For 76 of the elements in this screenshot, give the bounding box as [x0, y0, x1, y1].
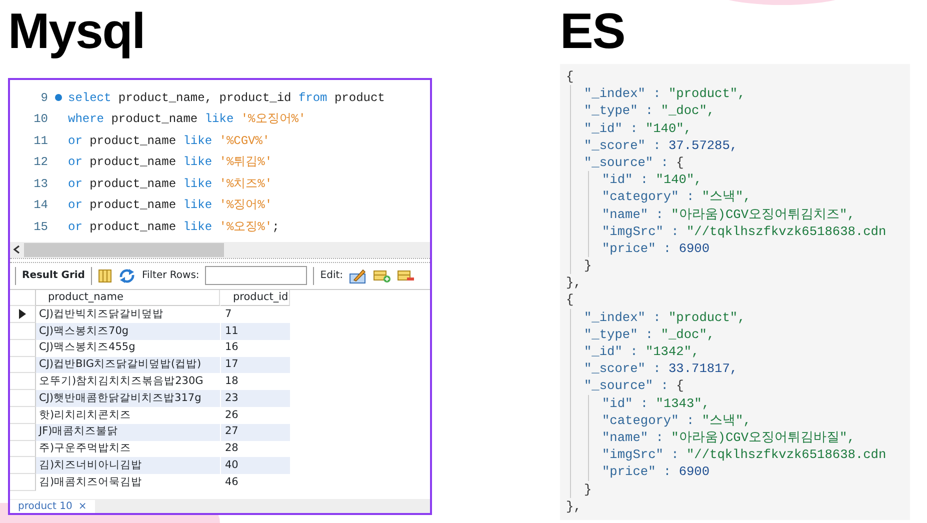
row-header[interactable] — [10, 306, 36, 324]
json-line: "id" : "140", — [602, 171, 703, 188]
section-title: Mysql — [8, 2, 146, 60]
line-number: 9 — [40, 90, 48, 107]
table-cell-text: CJ)컵반빅치즈닭갈비덮밥 — [38, 306, 165, 322]
json-line: "_source" : { — [584, 377, 685, 395]
column-header[interactable]: product_id — [220, 290, 290, 306]
edit-label: Edit: — [320, 269, 344, 283]
edit-pencil-icon[interactable] — [349, 268, 368, 284]
scroll-left-icon[interactable] — [13, 245, 20, 254]
code-line: where product_name like '%오징어%' — [68, 111, 306, 128]
filter-field[interactable] — [205, 266, 308, 285]
json-line: "_score" : 37.57285, — [584, 136, 739, 154]
json-line: "_id" : "140", — [584, 120, 693, 137]
line-number: 13 — [32, 176, 48, 193]
json-line: "price" : 6900 — [602, 240, 711, 258]
json-line: "_score" : 33.71817, — [584, 360, 739, 378]
code-line: or product_name like '%치즈%' — [68, 176, 272, 193]
column-header[interactable]: product_name — [36, 290, 220, 306]
table-cell-text: 오뚜기)참치김치치즈볶음밥230G — [38, 374, 204, 389]
table-cell: 17 — [220, 356, 290, 374]
table-cell-text: 김)매콤치즈어묵김밥 — [38, 474, 144, 490]
json-line: "name" : "아라움)CGV오징어튀김치즈", — [602, 206, 856, 223]
json-line: }, — [566, 274, 582, 292]
json-line: "_id" : "1342", — [584, 343, 700, 360]
json-line: "_type" : "_doc", — [584, 102, 716, 120]
grid-icon[interactable] — [98, 268, 112, 282]
table-cell-text: CJ)맥스봉치즈455g — [38, 340, 136, 356]
table-cell: 23 — [220, 390, 290, 408]
code-line: or product_name like '%징어%' — [68, 197, 272, 214]
code-line: or product_name like '%튀김%' — [68, 154, 272, 172]
section-title: ES — [560, 2, 626, 60]
table-cell: JF)매콤치즈불닭 — [36, 424, 220, 441]
line-number: 14 — [32, 197, 48, 214]
json-line: "category" : "스낵", — [602, 412, 752, 429]
line-number: 12 — [32, 154, 48, 172]
table-cell-text: 주)구운주먹밥치즈 — [38, 441, 132, 456]
json-line: "price" : 6900 — [602, 463, 711, 480]
table-cell: 11 — [220, 323, 290, 340]
horizontal-scrollbar[interactable] — [10, 242, 430, 258]
table-cell: 40 — [220, 457, 290, 474]
filter-label: Filter Rows: — [142, 269, 200, 283]
json-line: "_type" : "_doc", — [584, 326, 716, 343]
json-line: "_index" : "product", — [584, 308, 746, 326]
json-line: "imgSrc" : "//tqklhszfkvzk6518638.cdn — [602, 222, 888, 240]
code-line: or product_name like '%오징%'; — [68, 218, 280, 236]
json-line: }, — [566, 498, 582, 515]
table-cell: 김)치즈너비아니김밥 — [36, 457, 220, 474]
scroll-thumb[interactable] — [24, 242, 224, 256]
code-line: select product_name, product_id from product — [68, 90, 385, 107]
line-number: 15 — [32, 218, 48, 236]
delete-row-icon[interactable] — [397, 268, 416, 282]
refresh-icon[interactable] — [118, 268, 136, 282]
json-line: "_index" : "product", — [584, 85, 746, 102]
json-line: "imgSrc" : "//tqklhszfkvzk6518638.cdn — [602, 446, 888, 464]
tab-label: product 10 — [18, 500, 72, 512]
json-line: { — [566, 68, 575, 86]
json-line: "_source" : { — [584, 154, 685, 172]
json-line: "category" : "스낵", — [602, 188, 752, 206]
json-line: { — [566, 291, 575, 309]
table-cell: 46 — [220, 474, 290, 492]
code-line: or product_name like '%CGV%' — [68, 132, 270, 150]
table-cell: CJ)맥스봉치즈70g — [36, 323, 220, 340]
json-line: "id" : "1343", — [602, 394, 711, 412]
json-line: "name" : "아라움)CGV오징어튀김바질", — [602, 428, 856, 446]
result-grid-tab[interactable]: Result Grid — [22, 268, 85, 283]
table-cell-text: 핫)리치리치콘치즈 — [38, 408, 132, 423]
close-button[interactable]: × — [78, 500, 87, 512]
table-cell: CJ)햇반매콤한닭갈비치즈밥317g — [36, 390, 220, 408]
table-cell: 27 — [220, 424, 290, 441]
table-cell: CJ)컵반BIG치즈닭갈비덮밥(컵밥) — [36, 356, 220, 374]
add-row-icon[interactable] — [373, 268, 392, 282]
json-line: } — [584, 480, 593, 498]
line-number: 10 — [32, 111, 48, 128]
json-line: } — [584, 257, 593, 274]
line-number: 11 — [32, 132, 48, 150]
